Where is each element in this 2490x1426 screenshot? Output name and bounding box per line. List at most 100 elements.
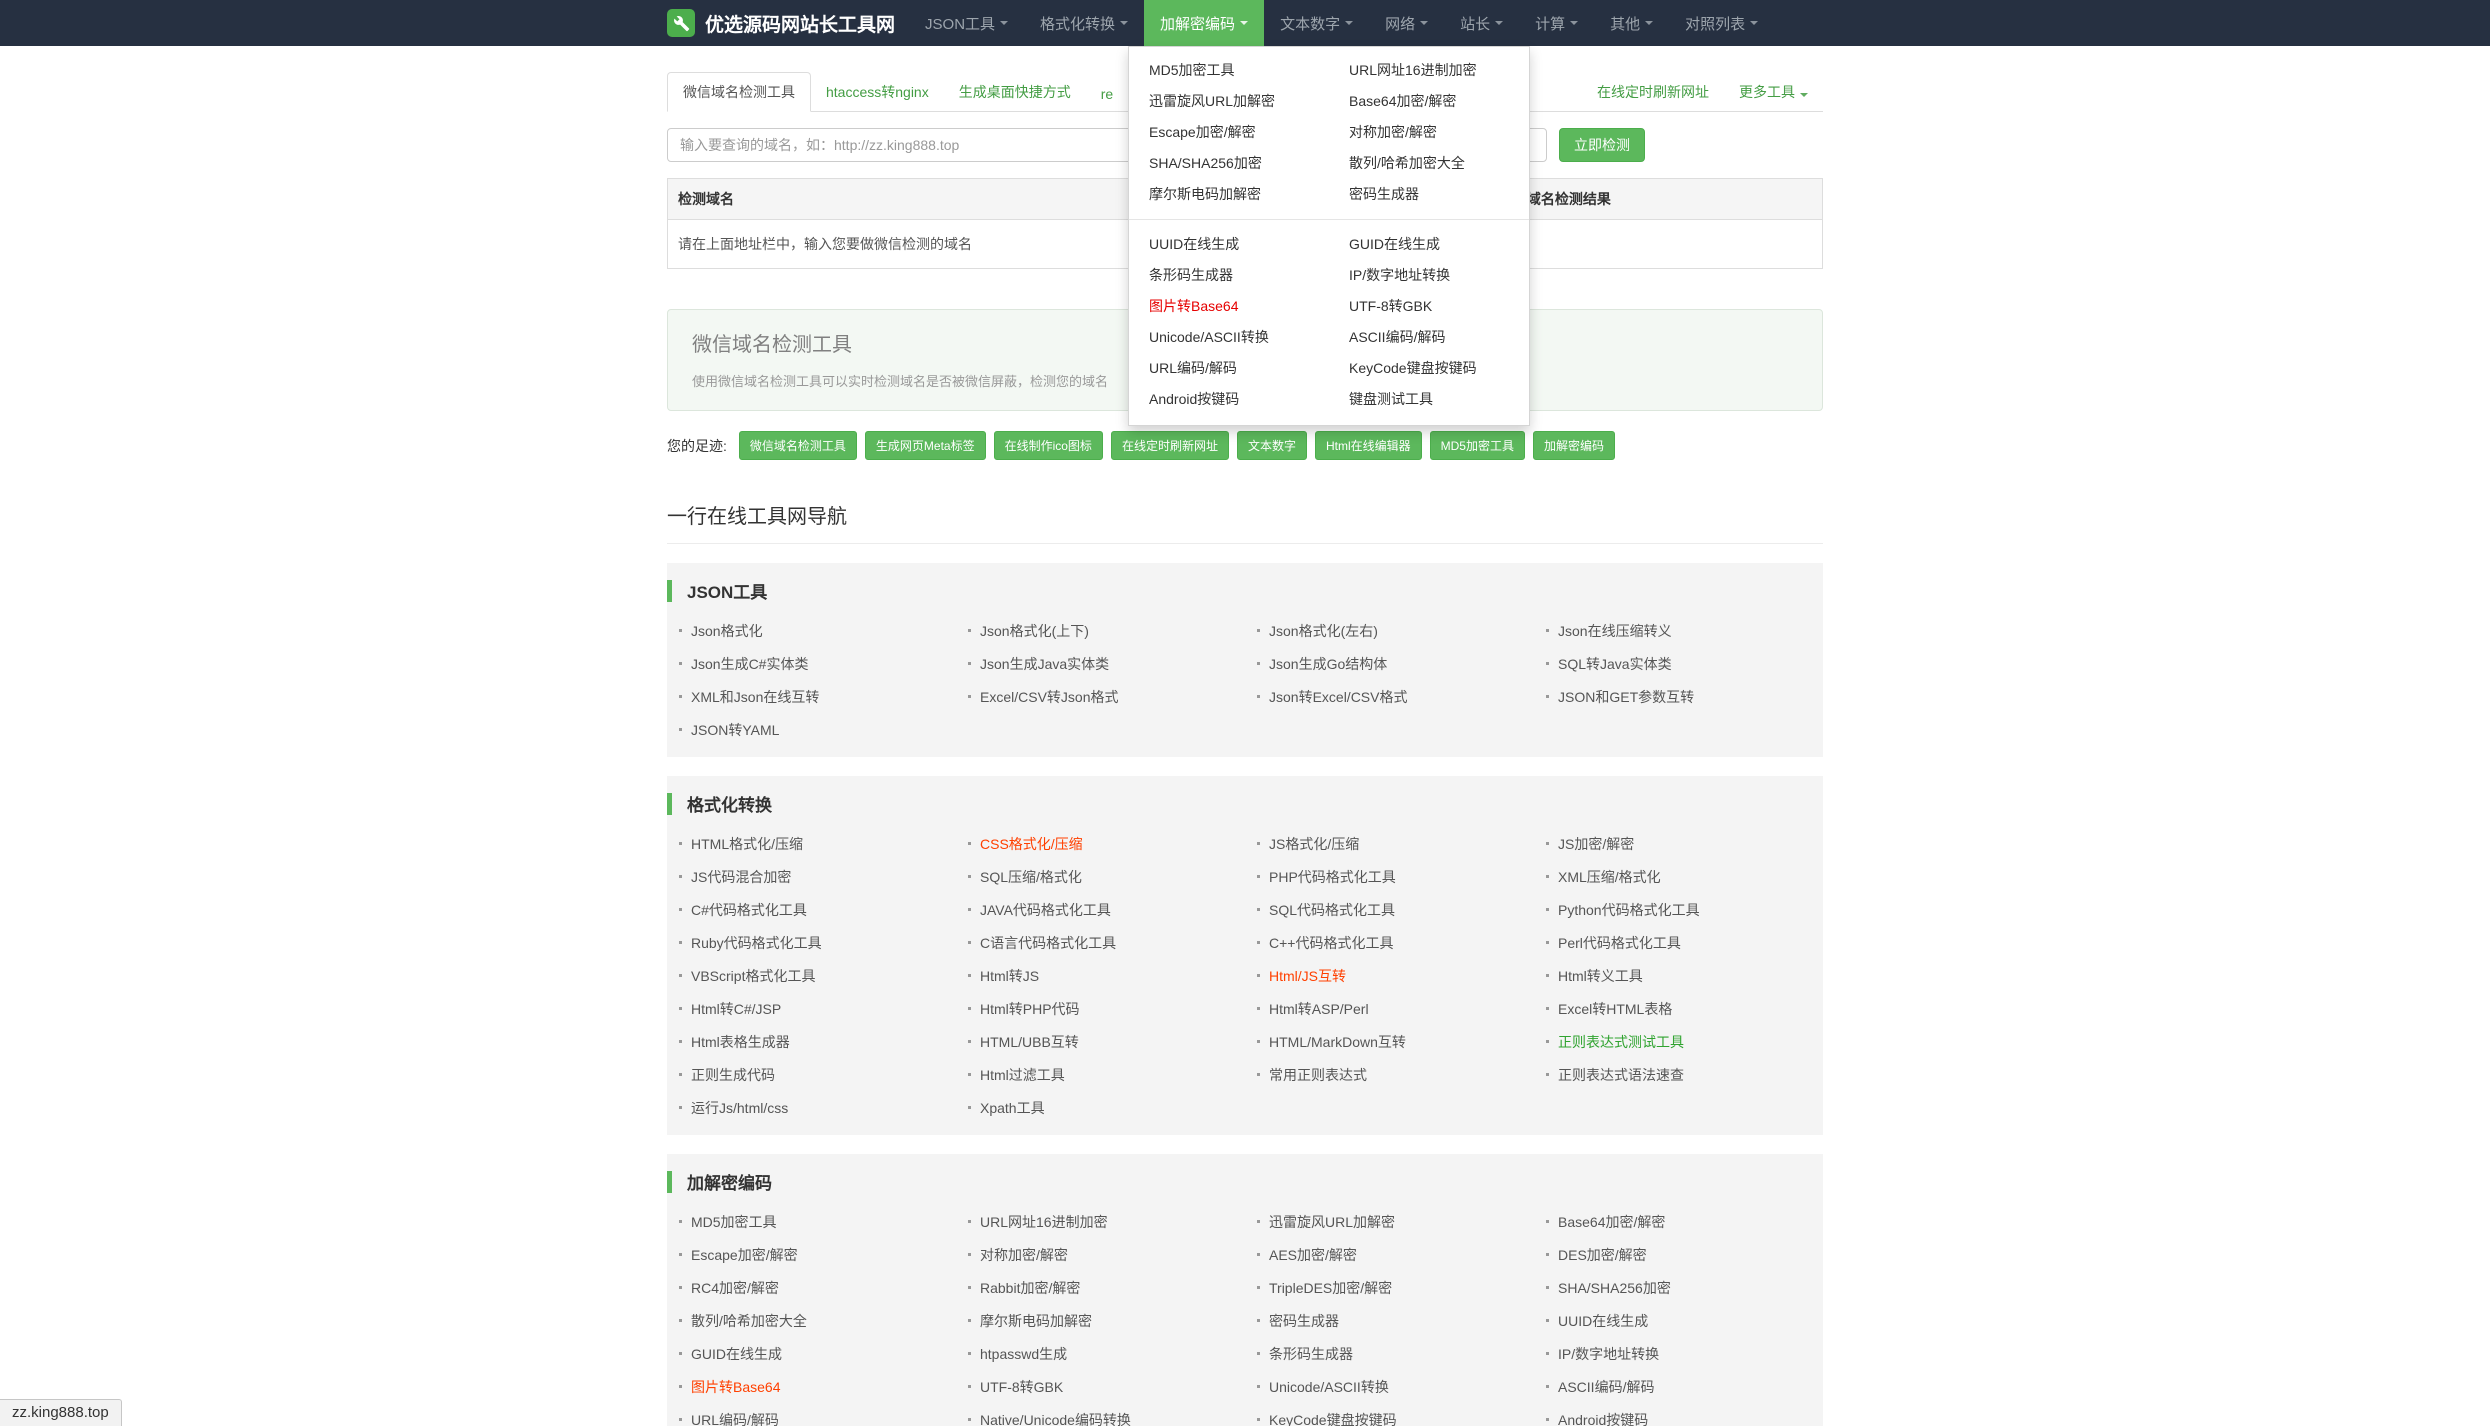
tool-link[interactable]: URL编码/解码 xyxy=(691,1412,779,1426)
tool-link[interactable]: C#代码格式化工具 xyxy=(691,902,807,918)
refresh-url-tab-link[interactable]: 在线定时刷新网址 xyxy=(1582,73,1724,111)
tool-link[interactable]: TripleDES加密/解密 xyxy=(1269,1280,1392,1296)
tool-link[interactable]: VBScript格式化工具 xyxy=(691,968,815,984)
dropdown-menu-item[interactable]: 迅雷旋风URL加解密 xyxy=(1129,86,1329,117)
dropdown-menu-item[interactable]: MD5加密工具 xyxy=(1129,55,1329,86)
dropdown-menu-item[interactable]: URL编码/解码 xyxy=(1129,353,1329,384)
dropdown-menu-item[interactable]: 图片转Base64 xyxy=(1129,291,1329,322)
tool-link[interactable]: Escape加密/解密 xyxy=(691,1247,798,1263)
tool-link[interactable]: 正则表达式测试工具 xyxy=(1558,1034,1684,1050)
tool-link[interactable]: XML和Json在线互转 xyxy=(691,689,819,705)
navbar-menu-item[interactable]: 其他 xyxy=(1594,0,1669,46)
tool-link[interactable]: 图片转Base64 xyxy=(691,1379,780,1395)
tool-link[interactable]: 条形码生成器 xyxy=(1269,1346,1353,1362)
tool-link[interactable]: Python代码格式化工具 xyxy=(1558,902,1700,918)
tool-link[interactable]: C语言代码格式化工具 xyxy=(980,935,1116,951)
footprint-button[interactable]: 生成网页Meta标签 xyxy=(864,431,986,460)
tool-link[interactable]: Html过滤工具 xyxy=(980,1067,1065,1083)
tool-link[interactable]: UUID在线生成 xyxy=(1558,1313,1648,1329)
navbar-menu-item[interactable]: 格式化转换 xyxy=(1024,0,1144,46)
tool-link[interactable]: Base64加密/解密 xyxy=(1558,1214,1665,1230)
tool-link[interactable]: JS格式化/压缩 xyxy=(1269,836,1359,852)
tool-link[interactable]: XML压缩/格式化 xyxy=(1558,869,1661,885)
tool-tab[interactable]: 微信域名检测工具 xyxy=(667,72,811,112)
footprint-button[interactable]: 在线制作ico图标 xyxy=(993,431,1103,460)
navbar-menu-item[interactable]: 对照列表 xyxy=(1669,0,1774,46)
navbar-menu-item[interactable]: JSON工具 xyxy=(909,0,1024,46)
dropdown-menu-item[interactable]: Android按键码 xyxy=(1129,384,1329,415)
dropdown-menu-item[interactable]: URL网址16进制加密 xyxy=(1329,55,1529,86)
footprint-button[interactable]: MD5加密工具 xyxy=(1429,431,1525,460)
tool-link[interactable]: Json转Excel/CSV格式 xyxy=(1269,689,1407,705)
tool-link[interactable]: AES加密/解密 xyxy=(1269,1247,1357,1263)
tool-link[interactable]: JSON和GET参数互转 xyxy=(1558,689,1694,705)
tool-link[interactable]: RC4加密/解密 xyxy=(691,1280,779,1296)
brand-home-link[interactable]: 优选源码网站长工具网 xyxy=(667,0,895,46)
dropdown-menu-item[interactable]: Base64加密/解密 xyxy=(1329,86,1529,117)
tool-link[interactable]: Json生成Go结构体 xyxy=(1269,656,1387,672)
tool-link[interactable]: SQL压缩/格式化 xyxy=(980,869,1082,885)
tool-link[interactable]: Json生成Java实体类 xyxy=(980,656,1109,672)
tool-link[interactable]: Json格式化 xyxy=(691,623,763,639)
tool-link[interactable]: URL网址16进制加密 xyxy=(980,1214,1108,1230)
tool-link[interactable]: DES加密/解密 xyxy=(1558,1247,1647,1263)
tool-link[interactable]: IP/数字地址转换 xyxy=(1558,1346,1659,1362)
tool-link[interactable]: Html转ASP/Perl xyxy=(1269,1001,1369,1017)
tool-link[interactable]: SQL转Java实体类 xyxy=(1558,656,1672,672)
tool-link[interactable]: 正则生成代码 xyxy=(691,1067,775,1083)
tool-link[interactable]: Html转C#/JSP xyxy=(691,1001,781,1017)
dropdown-menu-item[interactable]: 密码生成器 xyxy=(1329,179,1529,210)
tool-link[interactable]: GUID在线生成 xyxy=(691,1346,782,1362)
footprint-button[interactable]: Html在线编辑器 xyxy=(1314,431,1422,460)
tool-link[interactable]: Json生成C#实体类 xyxy=(691,656,808,672)
tool-link[interactable]: Excel转HTML表格 xyxy=(1558,1001,1672,1017)
navbar-menu-item[interactable]: 文本数字 xyxy=(1264,0,1369,46)
navbar-menu-item[interactable]: 网络 xyxy=(1369,0,1444,46)
tool-link[interactable]: Unicode/ASCII转换 xyxy=(1269,1379,1389,1395)
tool-link[interactable]: JS代码混合加密 xyxy=(691,869,791,885)
tool-link[interactable]: JS加密/解密 xyxy=(1558,836,1634,852)
more-tools-dropdown-link[interactable]: 更多工具 xyxy=(1724,73,1823,111)
dropdown-menu-item[interactable]: ASCII编码/解码 xyxy=(1329,322,1529,353)
dropdown-menu-item[interactable]: 对称加密/解密 xyxy=(1329,117,1529,148)
tool-link[interactable]: 迅雷旋风URL加解密 xyxy=(1269,1214,1395,1230)
tool-link[interactable]: SHA/SHA256加密 xyxy=(1558,1280,1671,1296)
tool-link[interactable]: Json格式化(左右) xyxy=(1269,623,1378,639)
dropdown-menu-item[interactable]: 键盘测试工具 xyxy=(1329,384,1529,415)
tool-link[interactable]: 对称加密/解密 xyxy=(980,1247,1068,1263)
tool-link[interactable]: HTML/MarkDown互转 xyxy=(1269,1034,1406,1050)
navbar-menu-item[interactable]: 加解密编码 xyxy=(1144,0,1265,46)
footprint-button[interactable]: 在线定时刷新网址 xyxy=(1110,431,1229,460)
footprint-button[interactable]: 加解密编码 xyxy=(1532,431,1615,460)
dropdown-menu-item[interactable]: Unicode/ASCII转换 xyxy=(1129,322,1329,353)
tool-link[interactable]: CSS格式化/压缩 xyxy=(980,836,1083,852)
tool-link[interactable]: Perl代码格式化工具 xyxy=(1558,935,1681,951)
dropdown-menu-item[interactable]: GUID在线生成 xyxy=(1329,229,1529,260)
tool-link[interactable]: Html表格生成器 xyxy=(691,1034,790,1050)
tool-link[interactable]: C++代码格式化工具 xyxy=(1269,935,1393,951)
tool-link[interactable]: HTML/UBB互转 xyxy=(980,1034,1079,1050)
tool-tab[interactable]: re xyxy=(1086,77,1128,111)
tool-link[interactable]: JAVA代码格式化工具 xyxy=(980,902,1111,918)
tool-link[interactable]: 正则表达式语法速查 xyxy=(1558,1067,1684,1083)
dropdown-menu-item[interactable]: UUID在线生成 xyxy=(1129,229,1329,260)
dropdown-menu-item[interactable]: IP/数字地址转换 xyxy=(1329,260,1529,291)
tool-link[interactable]: Ruby代码格式化工具 xyxy=(691,935,822,951)
tool-link[interactable]: KeyCode键盘按键码 xyxy=(1269,1412,1397,1426)
tool-link[interactable]: Android按键码 xyxy=(1558,1412,1648,1426)
tool-link[interactable]: 运行Js/html/css xyxy=(691,1100,788,1116)
dropdown-menu-item[interactable]: 摩尔斯电码加解密 xyxy=(1129,179,1329,210)
footprint-button[interactable]: 微信域名检测工具 xyxy=(738,431,857,460)
tool-link[interactable]: Json格式化(上下) xyxy=(980,623,1089,639)
check-now-button[interactable]: 立即检测 xyxy=(1559,128,1645,162)
tool-link[interactable]: Json在线压缩转义 xyxy=(1558,623,1672,639)
navbar-menu-item[interactable]: 计算 xyxy=(1519,0,1594,46)
dropdown-menu-item[interactable]: UTF-8转GBK xyxy=(1329,291,1529,322)
dropdown-menu-item[interactable]: 条形码生成器 xyxy=(1129,260,1329,291)
tool-link[interactable]: Html转PHP代码 xyxy=(980,1001,1080,1017)
tool-tab[interactable]: htaccess转nginx xyxy=(811,73,944,111)
tool-link[interactable]: Excel/CSV转Json格式 xyxy=(980,689,1118,705)
dropdown-menu-item[interactable]: SHA/SHA256加密 xyxy=(1129,148,1329,179)
tool-link[interactable]: MD5加密工具 xyxy=(691,1214,777,1230)
tool-link[interactable]: Html转义工具 xyxy=(1558,968,1643,984)
